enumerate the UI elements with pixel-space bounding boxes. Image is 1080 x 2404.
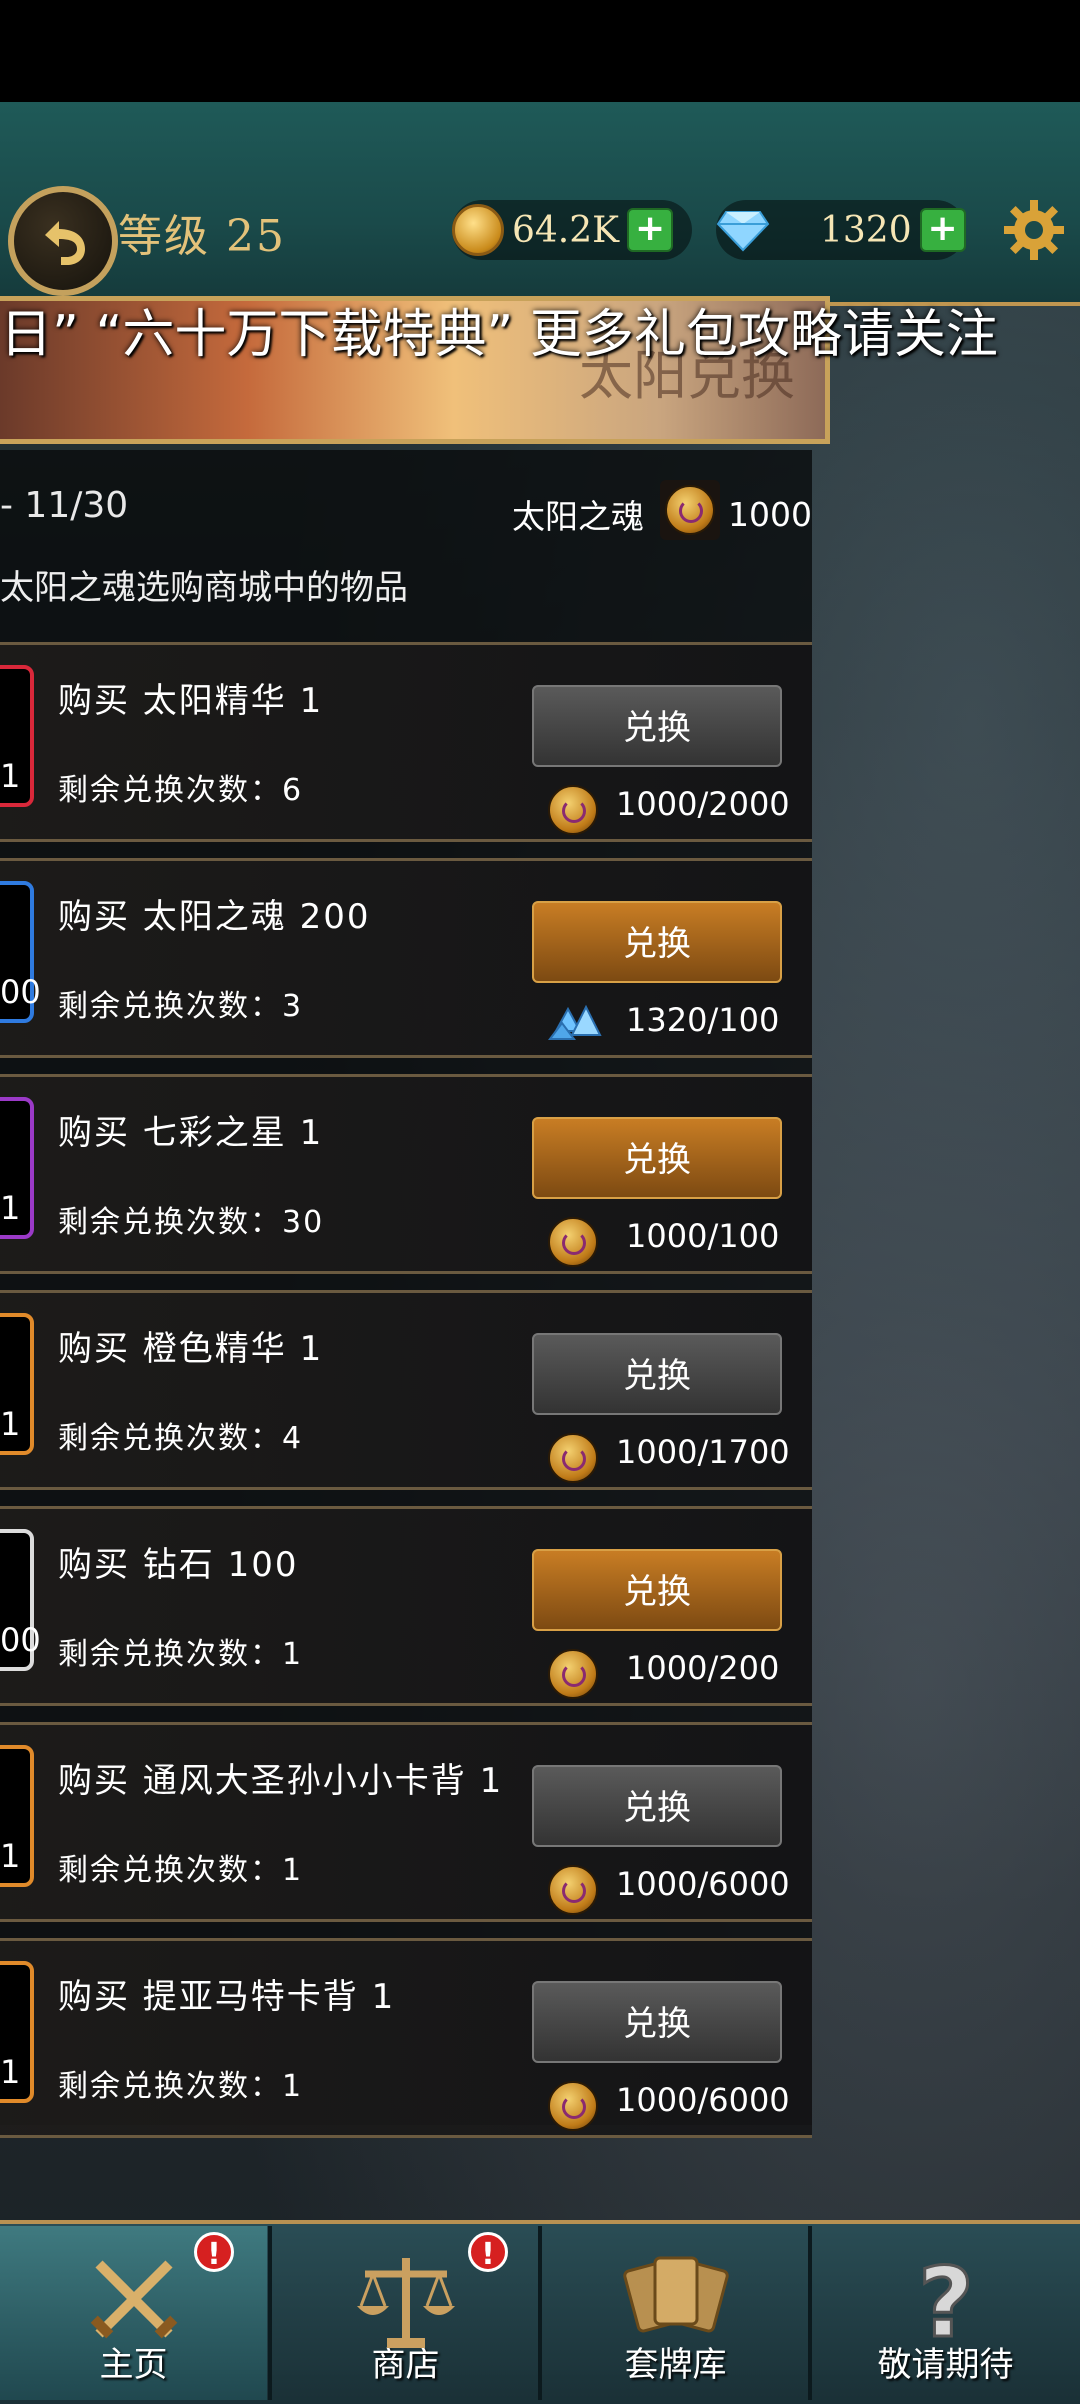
item-remaining: 剩余兑换次数：1 [58, 1637, 304, 1672]
sun-soul-icon [548, 1649, 598, 1699]
diamond-icon [716, 211, 770, 252]
sun-soul-amount: 1000 [728, 495, 812, 534]
exchange-button[interactable]: 兑换 [532, 1549, 782, 1631]
tab-coming-soon[interactable]: ? 敬请期待 [812, 2226, 1079, 2400]
add-gems-button[interactable]: + [919, 208, 966, 252]
exchange-button[interactable]: 兑换 [532, 901, 782, 983]
shop-item-row: 1 购买 通风大圣孙小小卡背 1 剩余兑换次数：1 兑换 1000/6000 [0, 1722, 812, 1922]
back-arrow-icon [45, 221, 85, 265]
item-title: 购买 提亚马特卡背 1 [58, 1977, 396, 2017]
cards-icon [622, 2256, 729, 2333]
item-quantity: 00 [0, 973, 41, 1011]
tab-deck-library[interactable]: 套牌库 [542, 2226, 809, 2400]
item-remaining: 剩余兑换次数：6 [58, 773, 304, 808]
item-quantity: 1 [0, 1189, 21, 1227]
item-cost: 1000/2000 [616, 785, 790, 823]
shop-item-row: 1 购买 七彩之星 1 剩余兑换次数：30 兑换 1000/100 [0, 1074, 812, 1274]
item-quantity: 1 [0, 757, 21, 795]
event-description: 太阳之魂选购商城中的物品 [0, 568, 408, 608]
sun-soul-icon [548, 785, 598, 835]
event-date-range: - 11/30 [0, 485, 129, 526]
crystal-icon [548, 1004, 602, 1040]
shop-item-row: 00 购买 太阳之魂 200 剩余兑换次数：3 兑换 1320/100 [0, 858, 812, 1058]
scales-icon [356, 2258, 455, 2348]
shop-item-row: 1 购买 橙色精华 1 剩余兑换次数：4 兑换 1000/1700 [0, 1290, 812, 1490]
shop-item-row: 1 购买 太阳精华 1 剩余兑换次数：6 兑换 1000/2000 [0, 642, 812, 842]
gem-amount: 1320 [820, 209, 912, 251]
exchange-button[interactable]: 兑换 [532, 1765, 782, 1847]
item-title: 购买 太阳之魂 200 [58, 897, 371, 937]
shop-item-row: 1 购买 提亚马特卡背 1 剩余兑换次数：1 兑换 1000/6000 [0, 1938, 812, 2138]
swords-icon [90, 2260, 177, 2339]
item-remaining: 剩余兑换次数：1 [58, 2069, 304, 2104]
sun-soul-icon [660, 480, 720, 540]
settings-gear-icon[interactable] [1002, 198, 1066, 262]
back-button[interactable] [8, 186, 118, 296]
item-title: 购买 橙色精华 1 [58, 1329, 324, 1369]
item-cost: 1000/6000 [616, 1865, 790, 1903]
coin-counter: 64.2K + [452, 200, 692, 260]
item-quantity: 00 [0, 1621, 41, 1659]
exchange-button[interactable]: 兑换 [532, 1117, 782, 1199]
sun-soul-icon [548, 2081, 598, 2131]
sun-soul-label: 太阳之魂 [512, 497, 644, 536]
item-title: 购买 通风大圣孙小小卡背 1 [58, 1761, 504, 1801]
item-quantity: 1 [0, 1837, 21, 1875]
item-title: 购买 七彩之星 1 [58, 1113, 324, 1153]
sun-soul-icon [548, 1433, 598, 1483]
item-cost: 1000/6000 [616, 2081, 790, 2119]
item-cost: 1000/200 [626, 1649, 780, 1687]
player-level: 等级 25 [118, 211, 286, 262]
exchange-button[interactable]: 兑换 [532, 1981, 782, 2063]
sun-soul-icon [548, 1217, 598, 1267]
item-quantity: 1 [0, 2053, 21, 2091]
status-bar [0, 0, 1080, 102]
svg-text:?: ? [918, 2247, 974, 2354]
coin-amount: 64.2K [512, 209, 620, 251]
question-icon: ? [916, 2246, 975, 2355]
add-coins-button[interactable]: + [627, 208, 674, 252]
exchange-button[interactable]: 兑换 [532, 685, 782, 767]
notification-badge: ! [194, 2232, 234, 2272]
gold-coin-icon [452, 204, 504, 256]
exchange-button[interactable]: 兑换 [532, 1333, 782, 1415]
gem-counter: 1320 + [716, 200, 966, 260]
item-title: 购买 钻石 100 [58, 1545, 299, 1585]
item-remaining: 剩余兑换次数：4 [58, 1421, 304, 1456]
item-quantity: 1 [0, 1405, 21, 1443]
notification-badge: ! [468, 2232, 508, 2272]
item-cost: 1320/100 [626, 1001, 780, 1039]
item-title: 购买 太阳精华 1 [58, 681, 324, 721]
marquee-announcement: 日” “六十万下载特典” 更多礼包攻略请关注 [0, 305, 998, 362]
item-remaining: 剩余兑换次数：3 [58, 989, 304, 1024]
sun-soul-icon [548, 1865, 598, 1915]
item-remaining: 剩余兑换次数：30 [58, 1205, 325, 1240]
item-remaining: 剩余兑换次数：1 [58, 1853, 304, 1888]
item-cost: 1000/100 [626, 1217, 780, 1255]
item-cost: 1000/1700 [616, 1433, 790, 1471]
shop-item-row: 00 购买 钻石 100 剩余兑换次数：1 兑换 1000/200 [0, 1506, 812, 1706]
